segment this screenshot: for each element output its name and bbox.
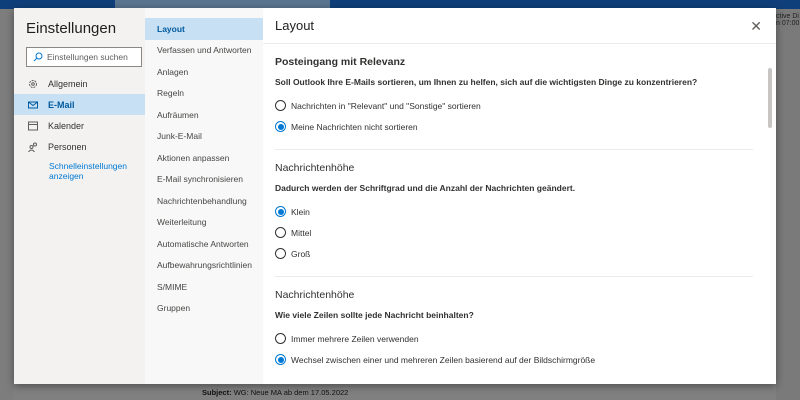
nav-item[interactable]: Aufräumen xyxy=(145,104,263,126)
option-label: Mittel xyxy=(291,227,312,238)
option-label: Groß xyxy=(291,248,311,259)
radio-option[interactable]: Klein xyxy=(275,201,753,222)
background-snippet: n 07:00 xyxy=(776,20,800,27)
section-question: Soll Outlook Ihre E-Mails sortieren, um … xyxy=(275,77,698,87)
subject-label: Subject: xyxy=(202,388,232,397)
nav-item[interactable]: Anlagen xyxy=(145,61,263,83)
radio-option[interactable]: Meine Nachrichten nicht sortieren xyxy=(275,116,753,137)
radio-button-selected[interactable] xyxy=(275,354,286,365)
radio-option[interactable]: Mittel xyxy=(275,222,753,243)
email-settings-nav: Layout Verfassen und Antworten Anlagen R… xyxy=(145,8,263,384)
section-heading: Nachrichtenhöhe xyxy=(275,289,355,301)
radio-option[interactable]: Immer mehrere Zeilen verwenden xyxy=(275,328,753,349)
nav-item[interactable]: Aufbewahrungsrichtlinien xyxy=(145,255,263,277)
nav-item[interactable]: Gruppen xyxy=(145,298,263,320)
radio-button[interactable] xyxy=(275,227,286,238)
scrollbar[interactable] xyxy=(768,60,772,376)
mail-icon xyxy=(28,101,38,108)
divider xyxy=(275,276,753,277)
radio-option[interactable]: Wechsel zwischen einer und mehreren Zeil… xyxy=(275,349,753,370)
nav-item[interactable]: E-Mail synchronisieren xyxy=(145,169,263,191)
people-icon xyxy=(28,142,37,152)
nav-item[interactable]: Regeln xyxy=(145,83,263,105)
nav-item-layout[interactable]: Layout xyxy=(145,18,263,40)
quick-settings-link[interactable]: Schnelleinstellungen anzeigen xyxy=(14,161,145,181)
option-label: Meine Nachrichten nicht sortieren xyxy=(291,121,418,132)
settings-categories: Einstellungen Einstellungen suchen Allge… xyxy=(14,8,145,384)
category-label: E-Mail xyxy=(48,99,75,110)
section-heading: Posteingang mit Relevanz xyxy=(275,56,406,68)
layout-panel: Layout ✕ Posteingang mit Relevanz Soll Ou… xyxy=(263,8,776,384)
category-allgemein[interactable]: Allgemein xyxy=(14,73,145,94)
section-question: Wie viele Zeilen sollte jede Nachricht b… xyxy=(275,310,474,320)
section-heading: Nachrichtenhöhe xyxy=(275,162,355,174)
background-snippet: ctive Di xyxy=(776,13,799,20)
category-label: Personen xyxy=(48,141,87,152)
nav-item[interactable]: Automatische Antworten xyxy=(145,233,263,255)
radio-button[interactable] xyxy=(275,100,286,111)
radio-option[interactable]: Nachrichten in "Relevant" und "Sonstige"… xyxy=(275,95,753,116)
nav-item[interactable]: Verfassen und Antworten xyxy=(145,40,263,62)
radio-option[interactable]: Groß xyxy=(275,243,753,264)
category-label: Allgemein xyxy=(48,78,88,89)
gear-icon xyxy=(29,79,37,88)
radio-button[interactable] xyxy=(275,248,286,259)
section-question: Dadurch werden der Schriftgrad und die A… xyxy=(275,183,576,193)
option-label: Nachrichten in "Relevant" und "Sonstige"… xyxy=(291,100,481,111)
background-mail-list xyxy=(0,9,14,400)
settings-search-input[interactable]: Einstellungen suchen xyxy=(26,47,142,67)
background-bottom xyxy=(14,384,776,400)
calendar-icon xyxy=(28,121,38,130)
background-subject: Subject: WG: Neue MA ab dem 17.05.2022 xyxy=(202,388,348,397)
radio-button[interactable] xyxy=(275,333,286,344)
search-icon xyxy=(33,52,43,62)
category-kalender[interactable]: Kalender xyxy=(14,115,145,136)
radio-button-selected[interactable] xyxy=(275,206,286,217)
background-reading-pane: ctive Di n 07:00 xyxy=(776,9,800,400)
close-icon[interactable]: ✕ xyxy=(750,18,762,35)
panel-header: Layout ✕ xyxy=(263,8,776,44)
settings-title: Einstellungen xyxy=(26,20,117,37)
settings-dialog: Einstellungen Einstellungen suchen Allge… xyxy=(14,8,776,384)
category-email[interactable]: E-Mail xyxy=(14,94,145,115)
option-label: Klein xyxy=(291,206,310,217)
category-label: Kalender xyxy=(48,120,85,131)
nav-item[interactable]: Nachrichtenbehandlung xyxy=(145,190,263,212)
nav-item[interactable]: Junk-E-Mail xyxy=(145,126,263,148)
scrollbar-thumb[interactable] xyxy=(768,68,772,128)
nav-item[interactable]: S/MIME xyxy=(145,276,263,298)
search-placeholder: Einstellungen suchen xyxy=(47,52,128,62)
radio-button-selected[interactable] xyxy=(275,121,286,132)
option-label: Wechsel zwischen einer und mehreren Zeil… xyxy=(291,354,596,365)
category-personen[interactable]: Personen xyxy=(14,136,145,157)
nav-item[interactable]: Aktionen anpassen xyxy=(145,147,263,169)
divider xyxy=(275,149,753,150)
panel-title: Layout xyxy=(275,18,315,33)
option-label: Immer mehrere Zeilen verwenden xyxy=(291,333,419,344)
nav-item[interactable]: Weiterleitung xyxy=(145,212,263,234)
subject-text: WG: Neue MA ab dem 17.05.2022 xyxy=(233,388,349,397)
